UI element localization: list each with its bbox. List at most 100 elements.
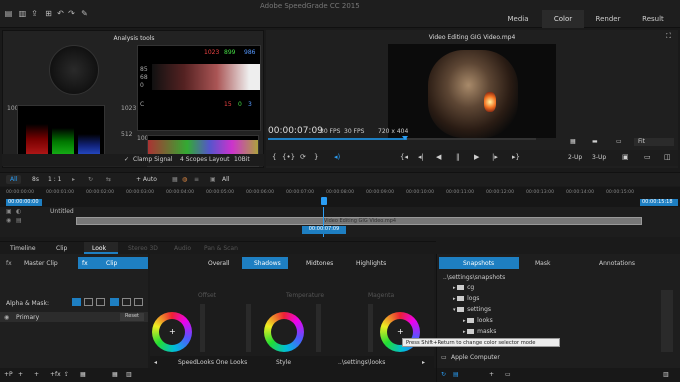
tab-render[interactable]: Render (587, 10, 629, 28)
fit-select[interactable]: Fit (634, 138, 674, 146)
tab-pan-scan[interactable]: Pan & Scan (204, 245, 238, 252)
mask-icon-1[interactable] (72, 298, 81, 306)
list-view-icon[interactable]: ▤ (453, 371, 459, 378)
folder-add-icon[interactable]: ▭ (505, 371, 511, 378)
film-icon[interactable]: ▣ (210, 176, 216, 183)
list-icon[interactable]: ≡ (194, 176, 199, 183)
wipe-icon[interactable]: ▬ (592, 138, 598, 145)
compare-icon[interactable]: ▦ (570, 138, 576, 145)
add-layer-icon[interactable]: + (18, 371, 23, 378)
play-reverse-icon[interactable]: ◀ (436, 153, 441, 161)
overlay-icon[interactable]: ◫ (664, 153, 671, 161)
checkmark-icon[interactable]: ✓ (124, 156, 129, 163)
3up-button[interactable]: 3-Up (592, 154, 606, 161)
slider-magenta[interactable] (368, 304, 373, 352)
split-icon[interactable]: ▭ (616, 138, 622, 145)
pause-icon[interactable]: ‖ (456, 153, 460, 161)
add-snapshot-icon[interactable]: + (489, 371, 494, 378)
tab-look[interactable]: Look (92, 245, 106, 252)
tree-item-settings[interactable]: ▾ settings (453, 306, 491, 313)
ripple-icon[interactable]: ⇆ (106, 176, 111, 183)
play-icon[interactable]: ▶ (474, 153, 479, 161)
video-icon[interactable]: ▤ (16, 217, 22, 224)
tab-highlights[interactable]: Highlights (356, 260, 386, 267)
fullscreen-icon[interactable]: ⛶ (666, 32, 671, 41)
add-icon[interactable]: ⊞ (44, 9, 53, 18)
marker-in-icon[interactable]: { (272, 153, 276, 161)
mask-icon-2[interactable] (84, 298, 93, 306)
file-icon[interactable]: ▤ (4, 9, 13, 18)
copy-icon[interactable]: ▦ (80, 371, 86, 378)
mask-icon-6[interactable] (134, 298, 143, 306)
step-forward-icon[interactable]: |▸ (492, 153, 498, 161)
mask-icon-4[interactable] (110, 298, 119, 306)
tab-mask[interactable]: Mask (535, 260, 550, 267)
add-mask-icon[interactable]: + (34, 371, 39, 378)
primary-layer-row[interactable]: ◉ Primary Reset (0, 312, 148, 322)
redo-icon[interactable]: ↷ (67, 9, 76, 18)
go-start-icon[interactable]: {◂ (400, 153, 408, 161)
scopes-layout-select[interactable]: 4 Scopes Layout (180, 156, 229, 163)
auto-button[interactable]: + Auto (136, 176, 157, 183)
marker-out-icon[interactable]: } (314, 153, 318, 161)
bit-depth-select[interactable]: 10Bit (234, 156, 250, 163)
playhead-handle[interactable] (321, 197, 327, 205)
eye-icon[interactable]: ◉ (6, 217, 11, 224)
tab-annotations[interactable]: Annotations (599, 260, 635, 267)
tab-media[interactable]: Media (498, 10, 538, 28)
mask-icon-5[interactable] (122, 298, 131, 306)
tab-result[interactable]: Result (632, 10, 674, 28)
tree-item-looks[interactable]: ▸ looks (463, 317, 493, 324)
loop-small-icon[interactable]: ↻ (88, 176, 93, 183)
tab-stereo[interactable]: Stereo 3D (128, 245, 158, 252)
2up-button[interactable]: 2-Up (568, 154, 582, 161)
snapshot-icon[interactable]: ▣ (622, 153, 629, 161)
loop-icon[interactable]: ⟳ (300, 153, 306, 161)
master-clip-label[interactable]: Master Clip (24, 260, 58, 267)
timeline-ruler[interactable]: 00:00:00:00 00:00:01:00 00:00:02:00 00:00:0… (0, 187, 680, 207)
next-look-icon[interactable]: ▸ (422, 359, 425, 366)
arrow-icon[interactable]: ▸ (72, 176, 75, 183)
layer-eye-icon[interactable]: ◉ (4, 314, 9, 321)
reset-button[interactable]: Reset (120, 313, 144, 321)
tree-item-masks[interactable]: ▸ masks (463, 328, 496, 335)
color-icon[interactable]: ◍ (182, 176, 187, 183)
trash-icon[interactable]: ▥ (126, 371, 132, 378)
tab-midtones[interactable]: Midtones (306, 260, 333, 267)
lock-icon[interactable]: ▣ (6, 208, 12, 215)
slider-temperature-left[interactable] (246, 304, 251, 352)
apple-computer-label[interactable]: Apple Computer (451, 354, 500, 361)
all-filter-button[interactable]: All (6, 175, 22, 184)
browser-scrollbar[interactable] (661, 290, 673, 352)
add-fx-icon[interactable]: +P (4, 371, 13, 378)
clamp-signal-label[interactable]: Clamp Signal (133, 156, 173, 163)
tab-snapshots[interactable]: Snapshots (463, 260, 494, 267)
grid-layer-icon[interactable]: ▦ (112, 371, 118, 378)
look-preset-label[interactable]: SpeedLooks One Looks (178, 359, 247, 366)
mask-icon-3[interactable] (96, 298, 105, 306)
tree-item-cg[interactable]: ▸ cg (453, 284, 474, 291)
tab-timeline[interactable]: Timeline (10, 245, 36, 252)
clip-bar[interactable]: Video Editing GIG Video.mp4 (76, 217, 642, 225)
all2-button[interactable]: All (222, 176, 229, 183)
prev-look-icon[interactable]: ◂ (154, 359, 157, 366)
tab-color[interactable]: Color (542, 10, 584, 28)
track-icon[interactable]: ◐ (16, 208, 21, 215)
tab-overall[interactable]: Overall (208, 260, 229, 267)
save-icon[interactable]: ▥ (18, 9, 27, 18)
refresh-icon[interactable]: ↻ (441, 371, 446, 378)
tab-audio[interactable]: Audio (174, 245, 191, 252)
display-icon[interactable]: ▭ (644, 153, 651, 161)
tab-clip[interactable]: Clip (56, 245, 67, 252)
undo-icon[interactable]: ↶ (56, 9, 65, 18)
volume-icon[interactable]: ◂) (334, 153, 340, 161)
look-path-label[interactable]: ..\settings\looks (338, 359, 385, 366)
slider-offset[interactable] (200, 304, 205, 352)
delete-icon[interactable]: ▥ (663, 371, 669, 378)
slider-temperature-right[interactable] (316, 304, 321, 352)
clip-layer-tab[interactable]: fx Clip (78, 257, 148, 269)
mark-range-icon[interactable]: {•} (282, 153, 295, 161)
grid-icon[interactable]: ▦ (172, 176, 178, 183)
wrench-icon[interactable]: ✎ (80, 9, 89, 18)
fx-icon[interactable]: fx (6, 260, 12, 267)
